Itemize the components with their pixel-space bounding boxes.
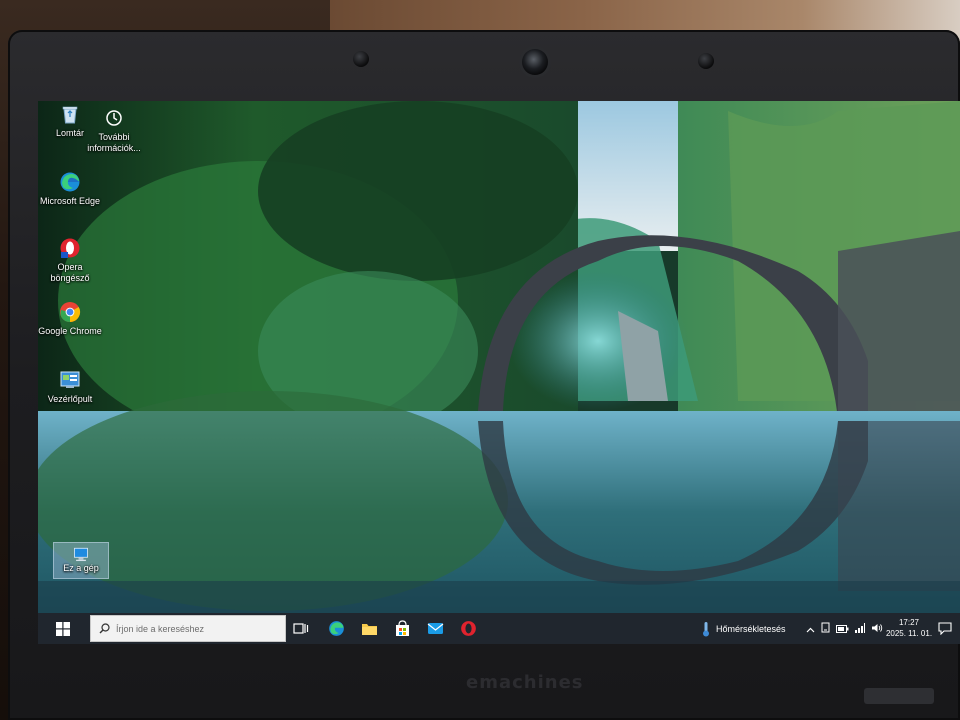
desktop-icon-microsoft-edge[interactable]: Microsoft Edge [38, 171, 102, 207]
recycle-bin-icon [62, 106, 78, 124]
desktop-icon-opera[interactable]: Opera böngésző [38, 237, 102, 284]
taskbar-app-file-explorer[interactable] [354, 616, 384, 641]
task-view-button[interactable] [286, 616, 316, 641]
brand-logo: emachines [466, 672, 584, 693]
battery-icon[interactable] [836, 620, 849, 638]
chrome-icon [60, 302, 81, 323]
windows-logo-icon [56, 621, 70, 636]
desktop-icon-control-panel[interactable]: Vezérlőpult [38, 369, 102, 405]
volume-icon[interactable] [871, 620, 883, 638]
search-icon [99, 623, 110, 634]
screen: Lomtár További információk... Microsoft … [38, 101, 960, 644]
webcam-icon [522, 49, 548, 75]
desktop-icon-label: Ez a gép [63, 563, 99, 573]
desktop-icon-more-info[interactable]: További információk... [82, 107, 146, 154]
opera-icon [60, 238, 80, 258]
device-icon[interactable] [821, 620, 830, 638]
thermometer-icon [703, 621, 709, 636]
network-icon[interactable] [855, 620, 865, 638]
desktop-icon-label: Vezérlőpult [47, 394, 93, 404]
desktop-icon-google-chrome[interactable]: Google Chrome [38, 301, 102, 337]
taskbar-app-opera[interactable] [453, 616, 483, 641]
notification-icon[interactable] [938, 622, 952, 635]
desktop-wallpaper [38, 101, 960, 613]
weather-label: Hőmérsékletesés [716, 623, 786, 634]
edge-icon [328, 621, 344, 636]
taskbar-app-store[interactable] [387, 616, 417, 641]
chevron-up-icon[interactable] [806, 620, 815, 638]
control-panel-icon [60, 371, 80, 388]
desktop-icon-label: Opera böngésző [50, 262, 90, 283]
clock-time: 17:27 [898, 618, 920, 627]
sensor-left-icon [353, 51, 369, 67]
taskbar-search[interactable] [90, 615, 286, 642]
task-view-icon [293, 622, 309, 634]
this-pc-icon [74, 547, 88, 562]
start-button[interactable] [38, 613, 88, 644]
desktop-icon-label: További információk... [87, 132, 141, 153]
taskbar-clock[interactable]: 17:27 2025. 11. 01. [884, 617, 934, 639]
weather-widget[interactable]: Hőmérsékletesés [702, 613, 786, 644]
search-input[interactable] [116, 623, 276, 634]
info-icon [106, 110, 122, 126]
taskbar-app-edge[interactable] [321, 616, 351, 641]
store-icon [395, 620, 409, 636]
file-explorer-icon [361, 624, 377, 635]
edge-icon [60, 172, 80, 192]
desktop-icon-this-pc[interactable]: Ez a gép [53, 542, 109, 579]
taskbar-app-mail[interactable] [420, 616, 450, 641]
desktop-icon-label: Microsoft Edge [39, 196, 101, 206]
sensor-right-icon [698, 53, 714, 69]
taskbar: Hőmérsékletesés 17:27 2025. 11. 01. [38, 613, 960, 644]
clock-date: 2025. 11. 01. [885, 629, 933, 638]
opera-icon [460, 621, 476, 636]
system-tray [806, 613, 883, 644]
hinge-button [864, 688, 934, 704]
mail-icon [427, 623, 443, 634]
desktop-icon-label: Google Chrome [38, 326, 102, 336]
